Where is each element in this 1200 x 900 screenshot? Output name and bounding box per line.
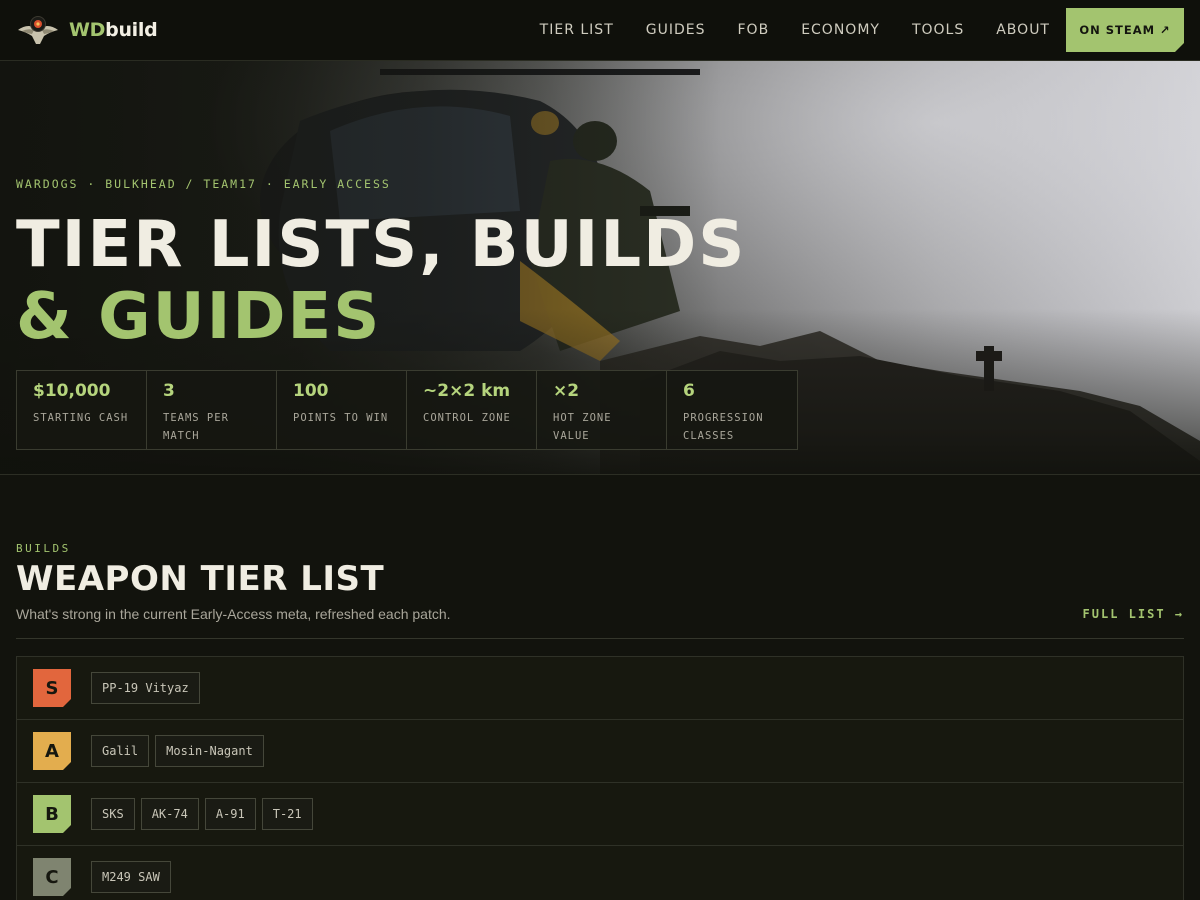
nav-link-tools[interactable]: TOOLS — [912, 22, 964, 38]
weapon-chip[interactable]: PP-19 Vityaz — [91, 672, 200, 704]
on-steam-button[interactable]: ON STEAM ↗ — [1066, 8, 1184, 52]
logo-text-wd: WD — [69, 19, 106, 41]
stat-value: 100 — [293, 381, 329, 401]
full-list-link[interactable]: FULL LIST → — [1083, 607, 1184, 621]
section-divider — [16, 638, 1184, 639]
hero-title: TIER LISTS, BUILDS & GUIDES — [16, 209, 746, 353]
hero-title-line2: & GUIDES — [16, 280, 382, 354]
tier-badge-c: C — [33, 858, 71, 896]
tier-row-b: B SKS AK-74 A-91 T-21 — [17, 783, 1183, 846]
tier-weapons: M249 SAW — [91, 861, 171, 893]
weapon-tier-section: BUILDS WEAPON TIER LIST What's strong in… — [0, 474, 1200, 900]
stat-value: $10,000 — [33, 381, 111, 401]
stat-value: 3 — [163, 381, 175, 401]
logo-text-build: build — [105, 19, 158, 41]
tier-badge-a: A — [33, 732, 71, 770]
stat-hot-zone-value: ×2 HOT ZONE VALUE — [537, 371, 667, 449]
tier-weapons: PP-19 Vityaz — [91, 672, 200, 704]
nav-link-about[interactable]: ABOUT — [996, 22, 1050, 38]
tier-weapons: Galil Mosin-Nagant — [91, 735, 264, 767]
nav-link-economy[interactable]: ECONOMY — [801, 22, 880, 38]
logo-text: WDbuild — [69, 19, 158, 41]
stat-label: POINTS TO WIN — [293, 412, 389, 424]
stat-label: HOT ZONE VALUE — [553, 412, 612, 442]
weapon-chip[interactable]: T-21 — [261, 798, 313, 830]
stat-value: 6 — [683, 381, 695, 401]
stat-value: ×2 — [553, 381, 580, 401]
stat-label: CONTROL ZONE — [423, 412, 511, 424]
nav-link-tier-list[interactable]: TIER LIST — [540, 22, 614, 38]
logo[interactable]: WDbuild — [16, 10, 158, 50]
section-title: WEAPON TIER LIST — [16, 559, 385, 599]
logo-eagle-icon — [16, 10, 60, 50]
hero-stats: $10,000 STARTING CASH 3 TEAMS PER MATCH … — [16, 370, 798, 450]
tier-row-c: C M249 SAW — [17, 846, 1183, 900]
nav-link-fob[interactable]: FOB — [738, 22, 770, 38]
weapon-chip[interactable]: Mosin-Nagant — [155, 735, 264, 767]
hero-title-line1: TIER LISTS, BUILDS — [16, 208, 747, 282]
weapon-chip[interactable]: A-91 — [204, 798, 256, 830]
hero-banner: WARDOGS · BULKHEAD / TEAM17 · EARLY ACCE… — [0, 61, 1200, 474]
weapon-chip[interactable]: SKS — [91, 798, 135, 830]
stat-points-to-win: 100 POINTS TO WIN — [277, 371, 407, 449]
stat-label: PROGRESSION CLASSES — [683, 412, 764, 442]
nav-link-guides[interactable]: GUIDES — [646, 22, 706, 38]
stat-control-zone: ~2×2 km CONTROL ZONE — [407, 371, 537, 449]
stat-value: ~2×2 km — [423, 381, 511, 401]
stat-label: STARTING CASH — [33, 412, 129, 424]
nav-links: TIER LIST GUIDES FOB ECONOMY TOOLS ABOUT — [540, 0, 1050, 60]
section-kicker: BUILDS — [16, 542, 71, 555]
tier-badge-s: S — [33, 669, 71, 707]
stat-starting-cash: $10,000 STARTING CASH — [17, 371, 147, 449]
stat-teams-per-match: 3 TEAMS PER MATCH — [147, 371, 277, 449]
tier-badge-b: B — [33, 795, 71, 833]
stat-progression-classes: 6 PROGRESSION CLASSES — [667, 371, 797, 449]
tier-row-s: S PP-19 Vityaz — [17, 657, 1183, 720]
hero-kicker: WARDOGS · BULKHEAD / TEAM17 · EARLY ACCE… — [16, 177, 391, 191]
weapon-chip[interactable]: AK-74 — [140, 798, 199, 830]
tier-row-a: A Galil Mosin-Nagant — [17, 720, 1183, 783]
weapon-chip[interactable]: Galil — [91, 735, 150, 767]
tier-list: S PP-19 Vityaz A Galil Mosin-Nagant B SK… — [16, 656, 1184, 900]
top-nav: WDbuild TIER LIST GUIDES FOB ECONOMY TOO… — [0, 0, 1200, 61]
tier-weapons: SKS AK-74 A-91 T-21 — [91, 798, 313, 830]
section-subtitle: What's strong in the current Early-Acces… — [16, 606, 451, 622]
weapon-chip[interactable]: M249 SAW — [91, 861, 171, 893]
external-arrow-icon: ↗ — [1160, 23, 1171, 37]
on-steam-label: ON STEAM — [1079, 23, 1156, 37]
stat-label: TEAMS PER MATCH — [163, 412, 229, 442]
